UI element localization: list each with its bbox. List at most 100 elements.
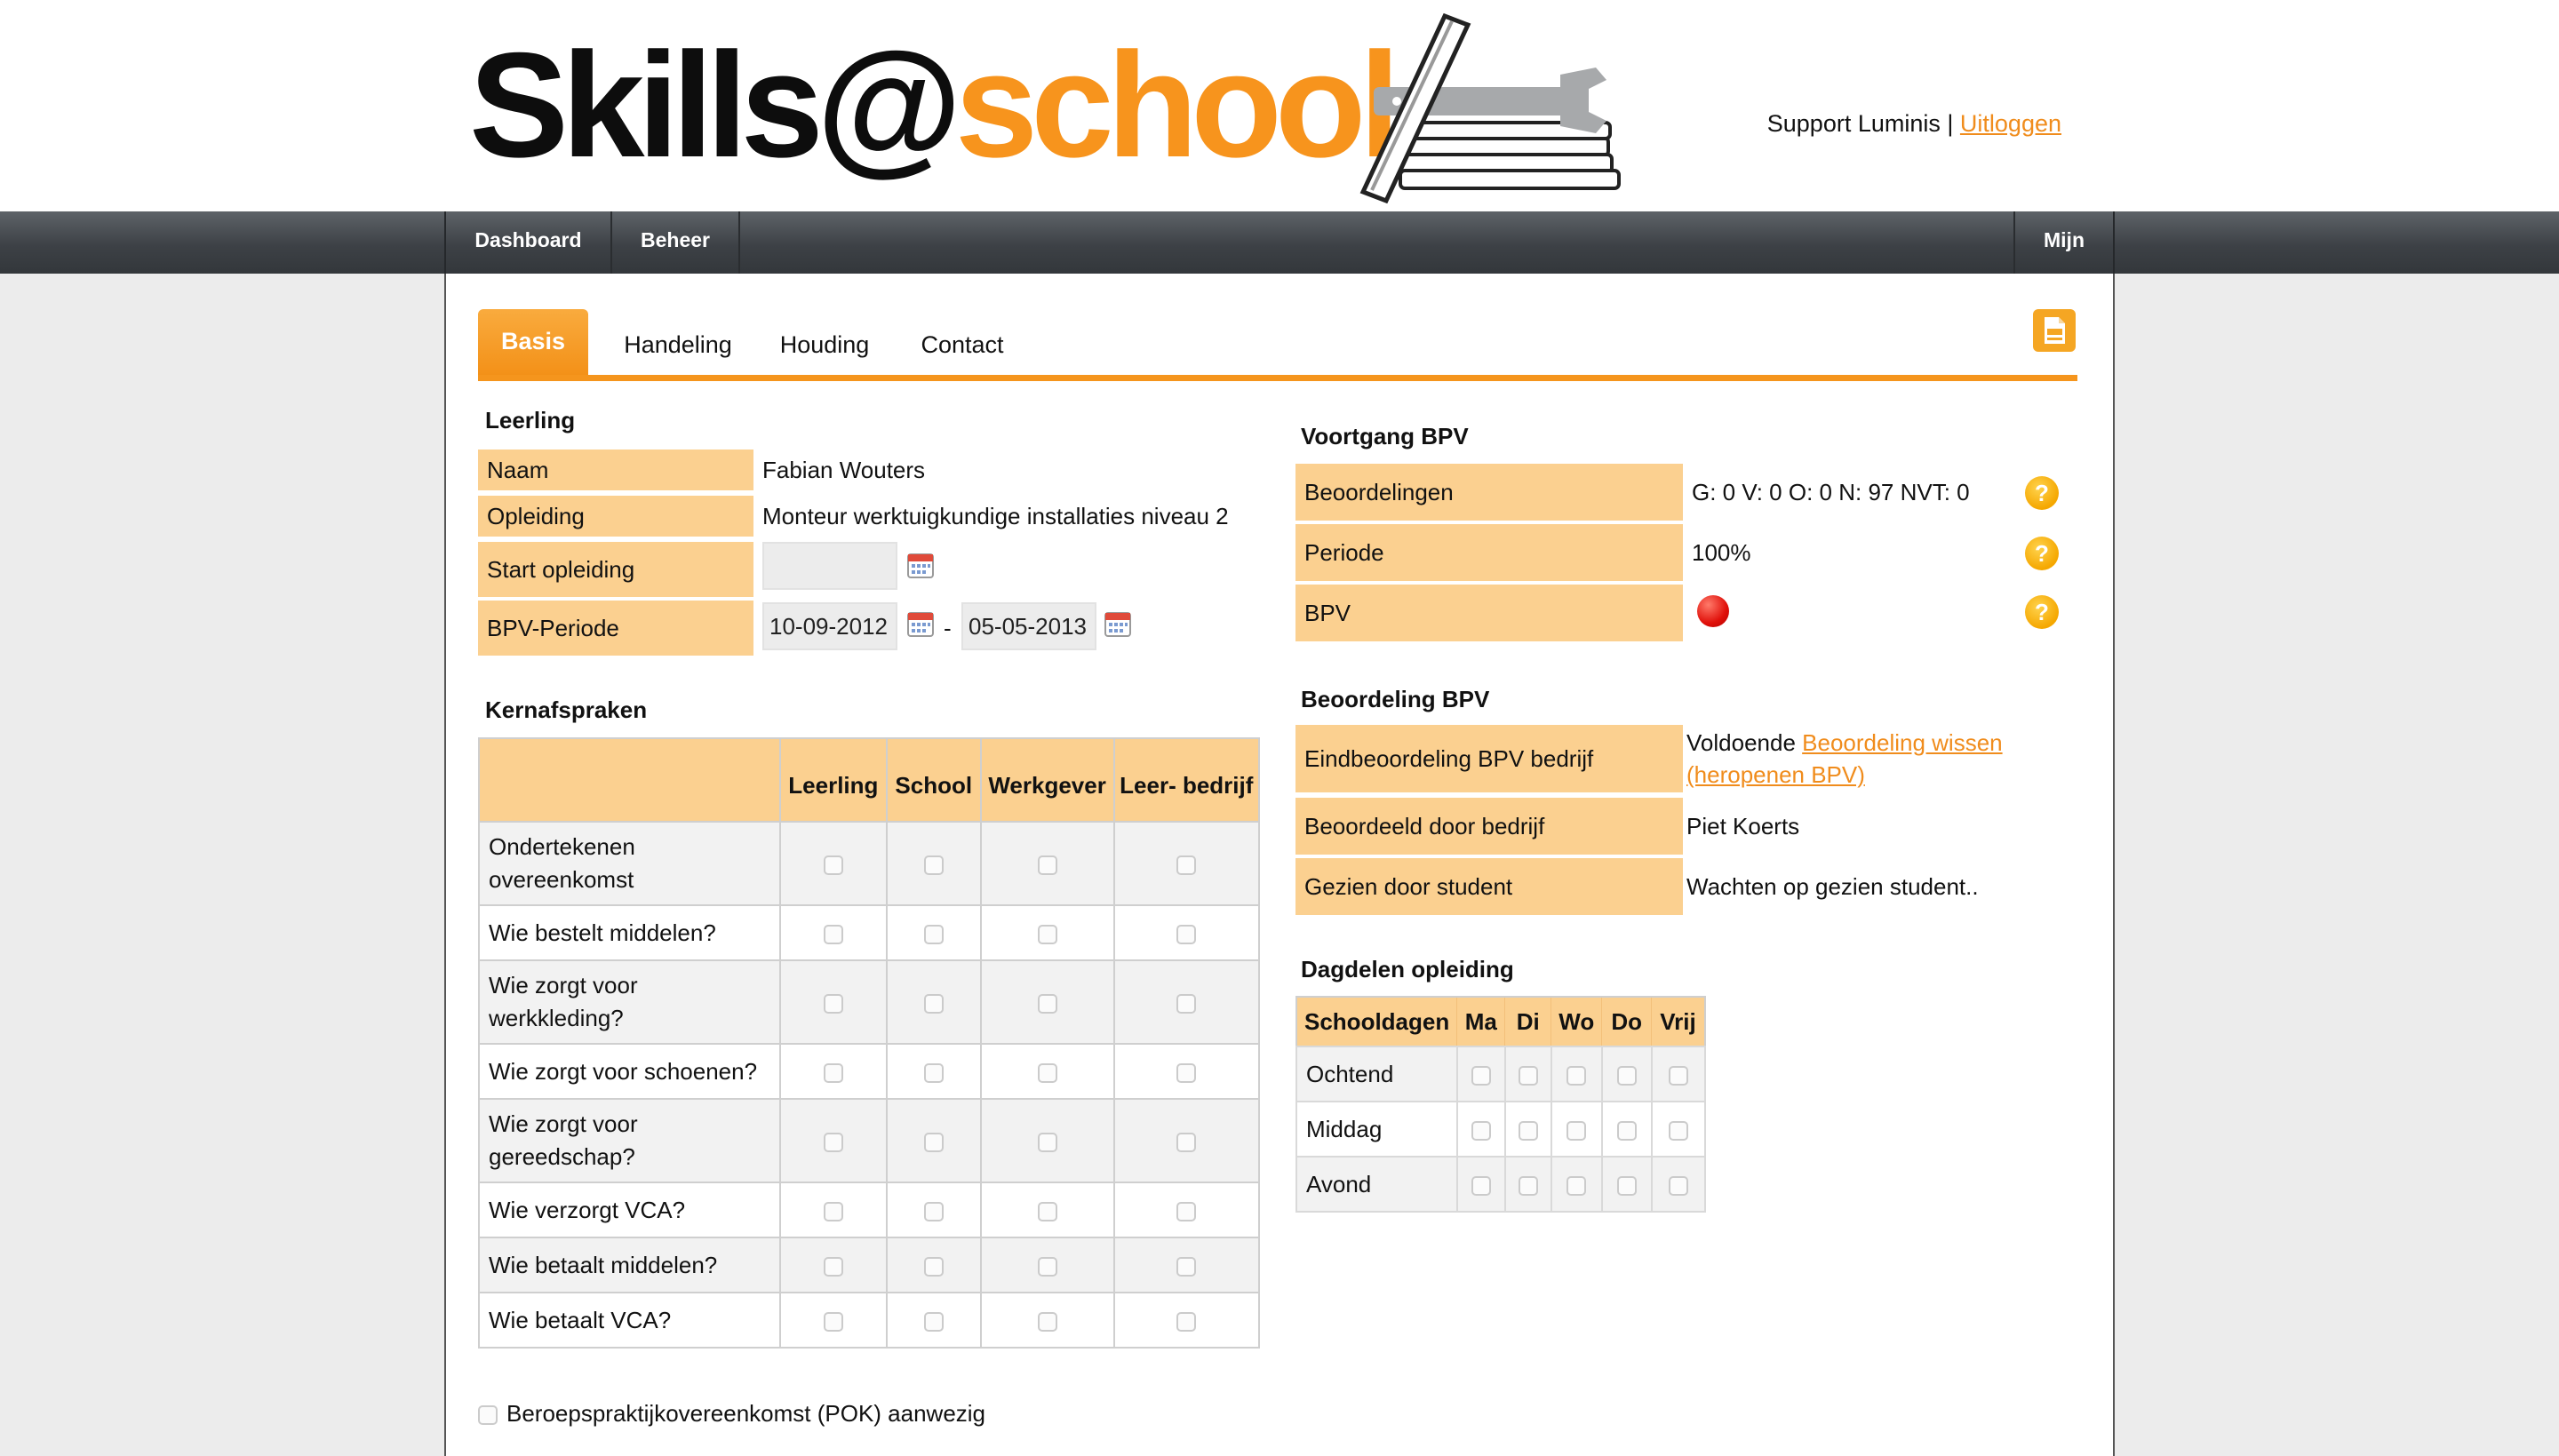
checkbox[interactable] — [823, 993, 843, 1014]
row-label: Avond — [1295, 1156, 1458, 1213]
checkbox[interactable] — [823, 1201, 843, 1221]
checkbox[interactable] — [1176, 1311, 1197, 1332]
user-box: Support Luminis | Uitloggen — [1767, 110, 2061, 138]
help-icon[interactable]: ? — [2025, 476, 2059, 510]
checkbox[interactable] — [823, 1132, 843, 1152]
table-row: Middag — [1295, 1101, 1706, 1158]
checkbox[interactable] — [1176, 924, 1197, 944]
checkbox-cell — [979, 1292, 1115, 1349]
dagdelen-table: Schooldagen Ma Di Wo Do Vrij Ochtend Mid… — [1295, 996, 1706, 1213]
checkbox-cell — [1503, 1046, 1552, 1102]
checkbox[interactable] — [1616, 1120, 1637, 1141]
checkbox[interactable] — [1471, 1175, 1491, 1196]
checkbox[interactable] — [823, 1256, 843, 1277]
checkbox[interactable] — [923, 1311, 944, 1332]
checkbox-cell — [885, 1237, 982, 1293]
checkbox[interactable] — [1176, 1201, 1197, 1221]
checkbox-cell — [979, 1237, 1115, 1293]
checkbox[interactable] — [923, 1132, 944, 1152]
checkbox[interactable] — [1037, 924, 1057, 944]
tab-underline — [478, 375, 2077, 381]
checkbox[interactable] — [923, 855, 944, 875]
checkbox-cell — [979, 1098, 1115, 1183]
checkbox[interactable] — [1566, 1175, 1587, 1196]
nav-item-mijn[interactable]: Mijn — [2013, 211, 2113, 274]
checkbox[interactable] — [1037, 1256, 1057, 1277]
value-beoordeeld-door-bedrijf: Piet Koerts — [1686, 813, 1800, 839]
tab-basis[interactable]: Basis — [478, 309, 588, 377]
checkbox[interactable] — [823, 1311, 843, 1332]
section-title-voortgang-bpv: Voortgang BPV — [1301, 423, 1469, 450]
checkbox-cell — [778, 1098, 888, 1183]
label-gezien-door-student: Gezien door student — [1295, 858, 1683, 915]
heropenen-bpv-link[interactable]: (heropenen BPV) — [1686, 761, 1865, 788]
checkbox[interactable] — [1668, 1065, 1688, 1086]
checkbox[interactable] — [823, 855, 843, 875]
table-row: Wie betaalt middelen? — [478, 1237, 1261, 1293]
checkbox[interactable] — [1037, 1062, 1057, 1083]
checkbox[interactable] — [1518, 1120, 1538, 1141]
tab-houding[interactable]: Houding — [762, 309, 887, 373]
logo-text: Skills@school — [469, 30, 1400, 179]
table-row: Wie bestelt middelen? — [478, 904, 1261, 961]
checkbox[interactable] — [1037, 1132, 1057, 1152]
header: Skills@school Support Luminis | Uitlogge… — [0, 0, 2559, 211]
checkbox[interactable] — [923, 1256, 944, 1277]
help-icon[interactable]: ? — [2025, 595, 2059, 629]
tab-contact[interactable]: Contact — [905, 309, 1020, 373]
checkbox-cell — [1550, 1046, 1603, 1102]
calendar-icon[interactable] — [1104, 609, 1132, 638]
checkbox[interactable] — [923, 924, 944, 944]
checkbox-cell — [778, 959, 888, 1045]
checkbox[interactable] — [1037, 1201, 1057, 1221]
checkbox[interactable] — [1176, 1256, 1197, 1277]
checkbox-cell — [1112, 1043, 1261, 1100]
checkbox[interactable] — [923, 1062, 944, 1083]
checkbox-cell — [1650, 1101, 1706, 1158]
checkbox[interactable] — [1616, 1065, 1637, 1086]
beoordeling-wissen-link[interactable]: Beoordeling wissen — [1802, 729, 2002, 756]
pok-checkbox[interactable] — [478, 1405, 498, 1426]
bpv-from-input[interactable]: 10-09-2012 — [762, 602, 897, 650]
logo: Skills@school — [469, 12, 1624, 208]
checkbox-cell — [979, 904, 1115, 961]
checkbox[interactable] — [823, 924, 843, 944]
checkbox[interactable] — [1176, 1132, 1197, 1152]
label-bpv: BPV — [1295, 585, 1683, 641]
tab-handeling[interactable]: Handeling — [611, 309, 745, 373]
start-opleiding-input[interactable] — [762, 542, 897, 590]
row-label: Wie zorgt voor gereedschap? — [478, 1098, 781, 1183]
checkbox[interactable] — [1518, 1175, 1538, 1196]
section-title-leerling: Leerling — [485, 407, 576, 434]
header-werkgever: Werkgever — [979, 737, 1115, 823]
checkbox-cell — [1112, 1182, 1261, 1238]
checkbox[interactable] — [1566, 1120, 1587, 1141]
section-title-kernafspraken: Kernafspraken — [485, 696, 648, 723]
nav-item-beheer[interactable]: Beheer — [612, 211, 740, 274]
checkbox[interactable] — [1176, 855, 1197, 875]
checkbox[interactable] — [1566, 1065, 1587, 1086]
checkbox[interactable] — [1176, 1062, 1197, 1083]
checkbox[interactable] — [1471, 1120, 1491, 1141]
table-row: Ondertekenen overeenkomst — [478, 821, 1261, 906]
calendar-icon[interactable] — [906, 551, 935, 579]
checkbox[interactable] — [923, 993, 944, 1014]
logout-link[interactable]: Uitloggen — [1960, 110, 2061, 137]
checkbox[interactable] — [823, 1062, 843, 1083]
checkbox[interactable] — [1616, 1175, 1637, 1196]
checkbox[interactable] — [1176, 993, 1197, 1014]
checkbox[interactable] — [1668, 1120, 1688, 1141]
checkbox[interactable] — [1037, 993, 1057, 1014]
calendar-icon[interactable] — [906, 609, 935, 638]
checkbox[interactable] — [1668, 1175, 1688, 1196]
checkbox[interactable] — [1037, 1311, 1057, 1332]
pdf-export-button[interactable] — [2033, 309, 2076, 352]
checkbox[interactable] — [1518, 1065, 1538, 1086]
nav-item-dashboard[interactable]: Dashboard — [446, 211, 612, 274]
eindbeoordeling-value: Voldoende — [1686, 729, 1796, 756]
checkbox[interactable] — [923, 1201, 944, 1221]
checkbox[interactable] — [1471, 1065, 1491, 1086]
bpv-to-input[interactable]: 05-05-2013 — [961, 602, 1096, 650]
help-icon[interactable]: ? — [2025, 537, 2059, 570]
checkbox[interactable] — [1037, 855, 1057, 875]
